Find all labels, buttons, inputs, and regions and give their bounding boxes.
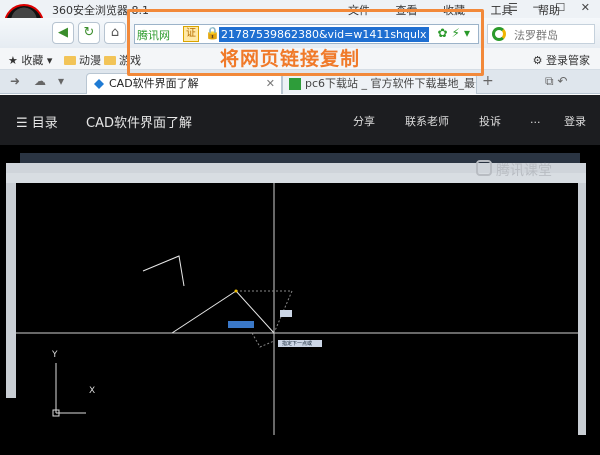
folder-label: 游戏 — [119, 54, 141, 67]
url-field[interactable]: 21787539862380&vid=w1411shqulx — [219, 27, 429, 42]
polyline-segment — [142, 255, 185, 287]
address-bar[interactable]: 腾讯网 证 🔒 21787539862380&vid=w1411shqulx ✿… — [134, 24, 479, 44]
cad-prompt-text: 指定下一点或 — [282, 341, 313, 347]
page-title: CAD软件界面了解 — [86, 116, 192, 131]
tab-label: CAD软件界面了解 — [109, 77, 199, 90]
search-input[interactable]: 法罗群岛 — [487, 24, 595, 44]
tencent-class-logo-icon — [476, 160, 492, 176]
login-link[interactable]: 登录 — [564, 113, 586, 129]
favorites-star-item[interactable]: ★ 收藏 ▾ — [8, 52, 52, 68]
watermark-text: 腾讯课堂 — [496, 163, 552, 179]
tencent-class-icon — [94, 79, 104, 89]
watermark: 腾讯课堂 — [476, 160, 552, 180]
menu-favorites[interactable]: 收藏 — [443, 4, 465, 17]
login-manager-button[interactable]: ⚙ 登录管家 — [533, 52, 590, 68]
cad-angle-box — [280, 310, 292, 317]
folder-label: 动漫 — [79, 54, 101, 67]
pc6-icon — [289, 78, 301, 90]
ucs-y-label: Y — [52, 350, 58, 360]
site-header: ☰ 目录 CAD软件界面了解 分享 联系老师 投诉 ... 登录 — [0, 95, 600, 145]
tab-label: pc6下载站 _ 官方软件下载基地_最安 — [305, 77, 477, 90]
tab-strip: ➜ ☁ ▾ CAD软件界面了解 ✕ pc6下载站 _ 官方软件下载基地_最安 +… — [0, 70, 600, 94]
video-player[interactable]: 指定下一点或 腾讯课堂 Y X — [0, 145, 600, 455]
snap-point — [234, 289, 238, 293]
lock-icon: 🔒 — [205, 26, 220, 40]
tab-nav-arrow-icon[interactable]: ➜ — [10, 74, 20, 88]
certificate-icon[interactable]: 证 — [183, 26, 199, 42]
more-link[interactable]: ... — [530, 113, 541, 126]
favorites-folder-games[interactable]: 游戏 — [104, 52, 141, 68]
line-segment — [171, 290, 237, 334]
close-icon[interactable]: ✕ — [266, 74, 275, 93]
ucs-x-label: X — [89, 386, 96, 396]
cad-right-toolbar — [578, 183, 586, 435]
address-provider: 腾讯网 — [137, 29, 170, 42]
tab-restore-icon[interactable]: ⧉ ↶ — [545, 74, 567, 89]
tab-pc6[interactable]: pc6下载站 _ 官方软件下载基地_最安 — [282, 73, 477, 94]
search-engine-icon — [492, 27, 506, 41]
cad-drawing — [16, 183, 578, 435]
window-controls[interactable]: ☰ ─ ☐ ✕ — [508, 1, 596, 14]
home-icon[interactable]: ⌂ — [104, 22, 126, 44]
cad-input-box — [228, 321, 254, 328]
tab-cad[interactable]: CAD软件界面了解 ✕ — [86, 73, 282, 94]
title-bar: 360安全浏览器 8.1 文件 查看 收藏 工具 帮助 ☰ ─ ☐ ✕ — [0, 0, 600, 18]
cad-left-toolbar — [6, 183, 16, 398]
app-title: 360安全浏览器 8.1 — [52, 4, 149, 17]
cloud-icon[interactable]: ☁ — [34, 74, 46, 88]
favorites-label: 收藏 — [21, 54, 44, 67]
favorites-folder-anime[interactable]: 动漫 — [64, 52, 101, 68]
login-label: 登录管家 — [546, 54, 590, 67]
search-text: 法罗群岛 — [514, 29, 558, 42]
contact-teacher-link[interactable]: 联系老师 — [405, 113, 449, 129]
new-tab-icon[interactable]: + — [482, 73, 494, 89]
share-link[interactable]: 分享 — [353, 113, 375, 129]
address-actions-icon[interactable]: ✿⚡▾ — [437, 26, 474, 40]
menu-view[interactable]: 查看 — [396, 4, 418, 17]
folder-icon — [104, 56, 116, 65]
catalog-button[interactable]: ☰ 目录 — [16, 112, 58, 131]
back-arrow-icon[interactable]: ◀ — [52, 22, 74, 44]
annotation-text: 将网页链接复制 — [220, 48, 361, 70]
report-link[interactable]: 投诉 — [479, 113, 501, 129]
refresh-icon[interactable]: ↻ — [78, 22, 100, 44]
folder-icon — [64, 56, 76, 65]
tracking-arc — [251, 332, 275, 348]
cad-drawing-area: 指定下一点或 — [16, 183, 578, 435]
tab-menu-icon[interactable]: ▾ — [58, 74, 64, 88]
menu-file[interactable]: 文件 — [348, 4, 370, 17]
